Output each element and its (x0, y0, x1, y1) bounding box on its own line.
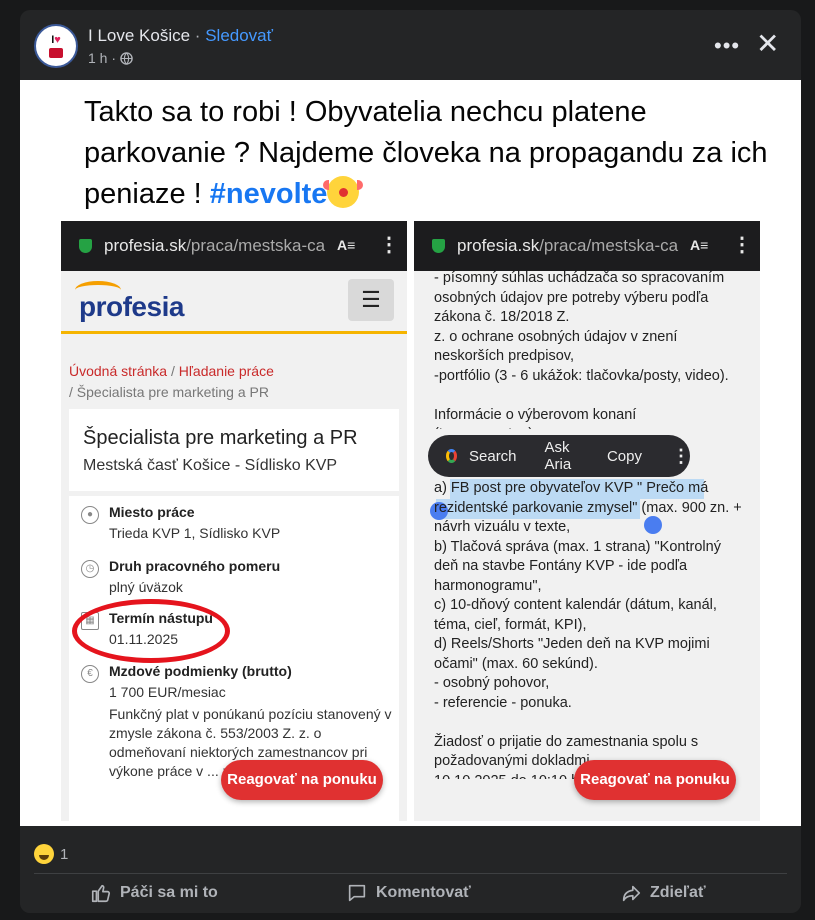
copy-menu-item[interactable]: Copy (607, 448, 642, 465)
hashtag-link[interactable]: #nevolte (210, 178, 328, 210)
browser-url-bar: profesia.sk/praca/mestska-ca A≡ ⋮ (61, 221, 407, 271)
translate-icon: A≡ (690, 237, 709, 253)
apply-button[interactable]: Reagovať na ponuku (221, 760, 383, 800)
share-label: Zdieľať (650, 884, 706, 901)
coat-of-arms-icon (49, 47, 63, 58)
location-pin-icon: ● (81, 506, 99, 524)
job-text-top: - písomný súhlas uchádzača so spracovaní… (434, 270, 729, 429)
haha-reaction-icon (34, 844, 54, 864)
comment-icon (348, 884, 366, 902)
url-text: profesia.sk/praca/mestska-ca (104, 236, 326, 255)
divider (34, 873, 787, 874)
shield-icon (79, 239, 92, 253)
translate-icon: A≡ (337, 237, 356, 253)
clown-emoji-icon (323, 176, 364, 208)
ask-aria-menu-item[interactable]: Ask Aria (545, 439, 579, 473)
globe-icon (120, 51, 133, 65)
separator: · (194, 26, 201, 45)
avatar-logo-text: I♥ (51, 33, 61, 46)
job-title: Špecialista pre marketing a PR (83, 427, 358, 449)
company-name: Mestská časť Košice - Sídlisko KVP (83, 457, 338, 474)
apply-button[interactable]: Reagovať na ponuku (574, 760, 736, 800)
euro-icon: € (81, 665, 99, 683)
like-label: Páči sa mi to (120, 884, 218, 901)
post-time: 1 h · (88, 50, 133, 66)
post-header: I♥ I Love Košice · Sledovať 1 h · ••• ✕ (20, 10, 801, 80)
job-title-box: Špecialista pre marketing a PR Mestská č… (69, 409, 399, 491)
post-footer: 1 Páči sa mi to Komentovať Zdieľať (20, 826, 801, 913)
more-options-icon[interactable]: ••• (714, 33, 740, 59)
more-menu-icon[interactable]: ⋮ (672, 446, 690, 467)
divider (61, 331, 407, 334)
url-text: profesia.sk/praca/mestska-ca (457, 236, 679, 255)
reaction-count: 1 (60, 845, 69, 863)
share-icon (622, 885, 641, 902)
text-selection-context-menu: Search Ask Aria Copy ⋮ (428, 435, 690, 477)
job-text-bottom: a) FB post pre obyvateľov KVP " Prečo má… (434, 480, 742, 779)
page-name-line: I Love Košice · Sledovať (88, 26, 273, 46)
right-screenshot[interactable]: profesia.sk/praca/mestska-ca A≡ ⋮ - píso… (414, 221, 760, 821)
page-name[interactable]: I Love Košice (88, 26, 190, 45)
search-menu-item[interactable]: Search (469, 448, 517, 465)
reactions[interactable]: 1 (34, 844, 68, 864)
post-text: Takto sa to robi ! Obyvatelia nechcu pla… (84, 92, 774, 215)
post-card: I♥ I Love Košice · Sledovať 1 h · ••• ✕ … (20, 10, 801, 913)
post-time-text[interactable]: 1 h · (88, 50, 116, 66)
browser-url-bar: profesia.sk/praca/mestska-ca A≡ ⋮ (414, 221, 760, 271)
google-icon (446, 449, 457, 463)
post-content: Takto sa to robi ! Obyvatelia nechcu pla… (20, 80, 801, 826)
close-icon[interactable]: ✕ (756, 30, 779, 58)
hamburger-menu-icon: ☰ (348, 279, 394, 321)
clock-icon: ◷ (81, 560, 99, 578)
share-button[interactable]: Zdieľať (620, 878, 706, 908)
thumbs-up-icon (91, 884, 111, 903)
shield-icon (432, 239, 445, 253)
like-button[interactable]: Páči sa mi to (90, 878, 218, 908)
kebab-menu-icon: ⋮ (379, 234, 399, 256)
follow-button[interactable]: Sledovať (205, 26, 273, 45)
post-body: Takto sa to robi ! Obyvatelia nechcu pla… (84, 96, 768, 210)
page-avatar[interactable]: I♥ (34, 24, 78, 68)
left-screenshot[interactable]: profesia.sk/praca/mestska-ca A≡ ⋮ profes… (61, 221, 407, 821)
comment-label: Komentovať (376, 884, 471, 901)
calendar-icon: ▦ (81, 612, 99, 630)
kebab-menu-icon: ⋮ (732, 234, 752, 256)
profesia-logo: profesia (79, 291, 184, 322)
breadcrumb: Úvodná stránka / Hľadanie práce / Špecia… (69, 363, 274, 400)
comment-button[interactable]: Komentovať (346, 878, 471, 908)
